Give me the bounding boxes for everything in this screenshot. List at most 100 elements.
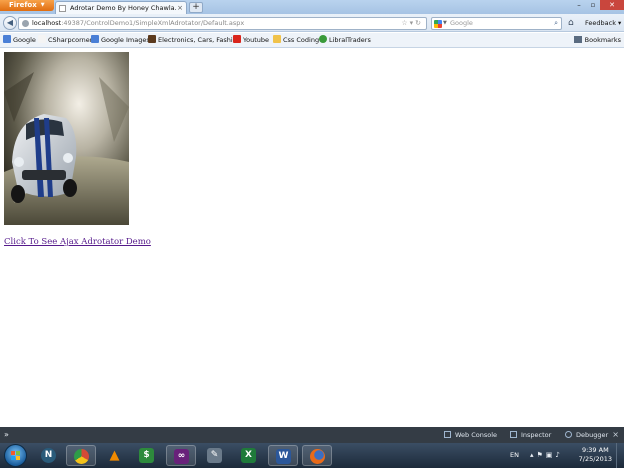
tools-icon: ✎ <box>207 448 222 463</box>
taskbar-app-nero[interactable]: N <box>34 445 64 466</box>
adrotator-image[interactable] <box>4 52 129 225</box>
url-bar-actions: ☆▾↻ <box>401 18 423 29</box>
developer-toolbar: » Web Console Inspector Debugger × <box>0 427 624 443</box>
screen: Firefox ▼ Adrotar Demo By Honey Chawla. ×… <box>0 0 624 468</box>
youtube-icon <box>233 35 241 43</box>
libraltraders-icon <box>319 35 327 43</box>
bookmark-youtube[interactable]: Youtube <box>233 33 269 48</box>
bookmarks-toolbar: Google CSharpcorner Google Images Electr… <box>0 33 624 48</box>
store-icon <box>148 35 156 43</box>
clock[interactable]: 9:39 AM 7/25/2013 <box>579 446 612 464</box>
feedback-label: Feedback <box>585 19 616 27</box>
minimize-icon[interactable]: – <box>572 0 586 10</box>
firefox-menu-label: Firefox <box>9 1 37 9</box>
url-path: :49387/ControlDemo1/SimpleXmlAdrotator/D… <box>61 19 245 27</box>
tab-title: Adrotar Demo By Honey Chawla. <box>70 4 177 12</box>
search-box[interactable]: ▼ Google ⌕ <box>431 17 562 30</box>
debugger-button[interactable]: Debugger <box>565 427 608 443</box>
firefox-menu-button[interactable]: Firefox ▼ <box>0 0 54 11</box>
google-icon <box>3 35 11 43</box>
taskbar-app-firefox[interactable] <box>302 445 332 466</box>
feedback-button[interactable]: Feedback ▾ <box>585 18 621 28</box>
taskbar-app-chrome[interactable] <box>66 445 96 466</box>
bookmark-label: Electronics, Cars, Fashi... <box>158 36 239 44</box>
address-bar[interactable]: localhost:49387/ControlDemo1/SimpleXmlAd… <box>18 17 427 30</box>
inspector-button[interactable]: Inspector <box>510 427 551 443</box>
console-icon <box>444 431 451 438</box>
page-content: Click To See Ajax Adrotator Demo <box>0 49 624 427</box>
close-devtools-icon[interactable]: × <box>612 427 619 443</box>
vlc-icon: ▲ <box>109 448 120 463</box>
bookmark-label: LibralTraders <box>329 36 371 44</box>
folder-icon <box>273 35 281 43</box>
search-icon[interactable]: ⌕ <box>554 18 558 29</box>
inspector-icon <box>510 431 517 438</box>
tray-icons: ▴⚑▣♪ <box>530 451 563 459</box>
nero-icon: N <box>41 448 56 463</box>
site-identity-icon[interactable] <box>22 20 29 27</box>
taskbar-app-word[interactable]: W <box>268 445 298 466</box>
bookmarks-menu-button[interactable]: Bookmarks <box>573 33 621 48</box>
bookmark-label: Youtube <box>243 36 269 44</box>
firefox-icon <box>310 449 325 464</box>
clock-date: 7/25/2013 <box>578 455 612 463</box>
bookmark-label: CSharpcorner <box>48 36 93 44</box>
inspector-label: Inspector <box>521 431 552 439</box>
taskbar-app-tools[interactable]: ✎ <box>200 445 230 466</box>
taskbar-app-vlc[interactable]: ▲ <box>100 445 130 466</box>
taskbar-app-visual-studio[interactable]: ∞ <box>166 445 196 466</box>
bookmark-electronics[interactable]: Electronics, Cars, Fashi... <box>148 33 239 48</box>
close-window-icon[interactable]: ✕ <box>600 0 624 10</box>
console-prompt[interactable]: » <box>4 427 9 443</box>
bookmark-google[interactable]: Google <box>3 33 36 48</box>
engine-dropdown-icon[interactable]: ▼ <box>443 18 447 29</box>
search-placeholder: Google <box>450 19 473 27</box>
page-favicon-icon <box>59 5 66 12</box>
start-button[interactable] <box>4 444 27 467</box>
word-icon: W <box>276 449 291 464</box>
window-controls: – ▫ ✕ <box>572 0 624 10</box>
network-icon[interactable]: ▣ <box>546 451 556 459</box>
windows-taskbar: N ▲ $ ∞ ✎ X W EN ▴⚑▣♪ 9:39 AM 7/25/2013 <box>0 443 624 468</box>
car-photo <box>4 52 129 225</box>
bookmark-google-images[interactable]: Google Images <box>91 33 150 48</box>
bookmark-label: Google <box>13 36 36 44</box>
system-tray: EN ▴⚑▣♪ 9:39 AM 7/25/2013 <box>500 443 624 468</box>
home-icon[interactable]: ⌂ <box>568 18 574 28</box>
spreadsheet-icon: $ <box>139 448 154 463</box>
taskbar-app-excel[interactable]: X <box>234 445 264 466</box>
web-console-label: Web Console <box>455 431 498 439</box>
action-center-flag-icon[interactable]: ⚑ <box>537 451 546 459</box>
tab-active[interactable]: Adrotar Demo By Honey Chawla. × <box>55 1 187 14</box>
bookmarks-icon <box>573 36 582 43</box>
google-engine-icon[interactable] <box>434 20 442 28</box>
volume-icon[interactable]: ♪ <box>555 451 562 459</box>
bookmark-label: Google Images <box>101 36 150 44</box>
bookmarks-menu-label: Bookmarks <box>584 36 621 44</box>
bookmark-libraltraders[interactable]: LibralTraders <box>319 33 371 48</box>
ajax-adrotator-link[interactable]: Click To See Ajax Adrotator Demo <box>4 237 151 247</box>
debugger-icon <box>565 431 572 438</box>
navigation-toolbar: ◀ localhost:49387/ControlDemo1/SimpleXml… <box>0 14 624 32</box>
bookmark-label: Css Coding <box>283 36 320 44</box>
excel-icon: X <box>241 448 256 463</box>
clock-time: 9:39 AM <box>581 446 609 454</box>
chevron-down-icon: ▼ <box>40 2 45 8</box>
show-desktop-button[interactable] <box>616 443 624 468</box>
maximize-icon[interactable]: ▫ <box>586 0 600 10</box>
bookmark-csharpcorner[interactable]: CSharpcorner <box>38 33 92 48</box>
reload-icon[interactable]: ↻ <box>415 19 423 27</box>
new-tab-button[interactable]: + <box>189 2 203 13</box>
url-host: localhost <box>32 19 62 27</box>
bookmark-star-icon[interactable]: ☆ <box>401 19 409 27</box>
back-button[interactable]: ◀ <box>3 16 17 30</box>
window-title-bar: Firefox ▼ Adrotar Demo By Honey Chawla. ×… <box>0 0 624 14</box>
csharpcorner-icon <box>38 35 46 43</box>
windows-logo-icon <box>11 451 15 455</box>
web-console-button[interactable]: Web Console <box>444 427 497 443</box>
language-indicator[interactable]: EN <box>510 451 519 459</box>
bookmark-css-coding[interactable]: Css Coding <box>273 33 319 48</box>
taskbar-app-calculator[interactable]: $ <box>132 445 162 466</box>
close-tab-icon[interactable]: × <box>177 2 183 14</box>
chrome-icon <box>74 449 89 464</box>
